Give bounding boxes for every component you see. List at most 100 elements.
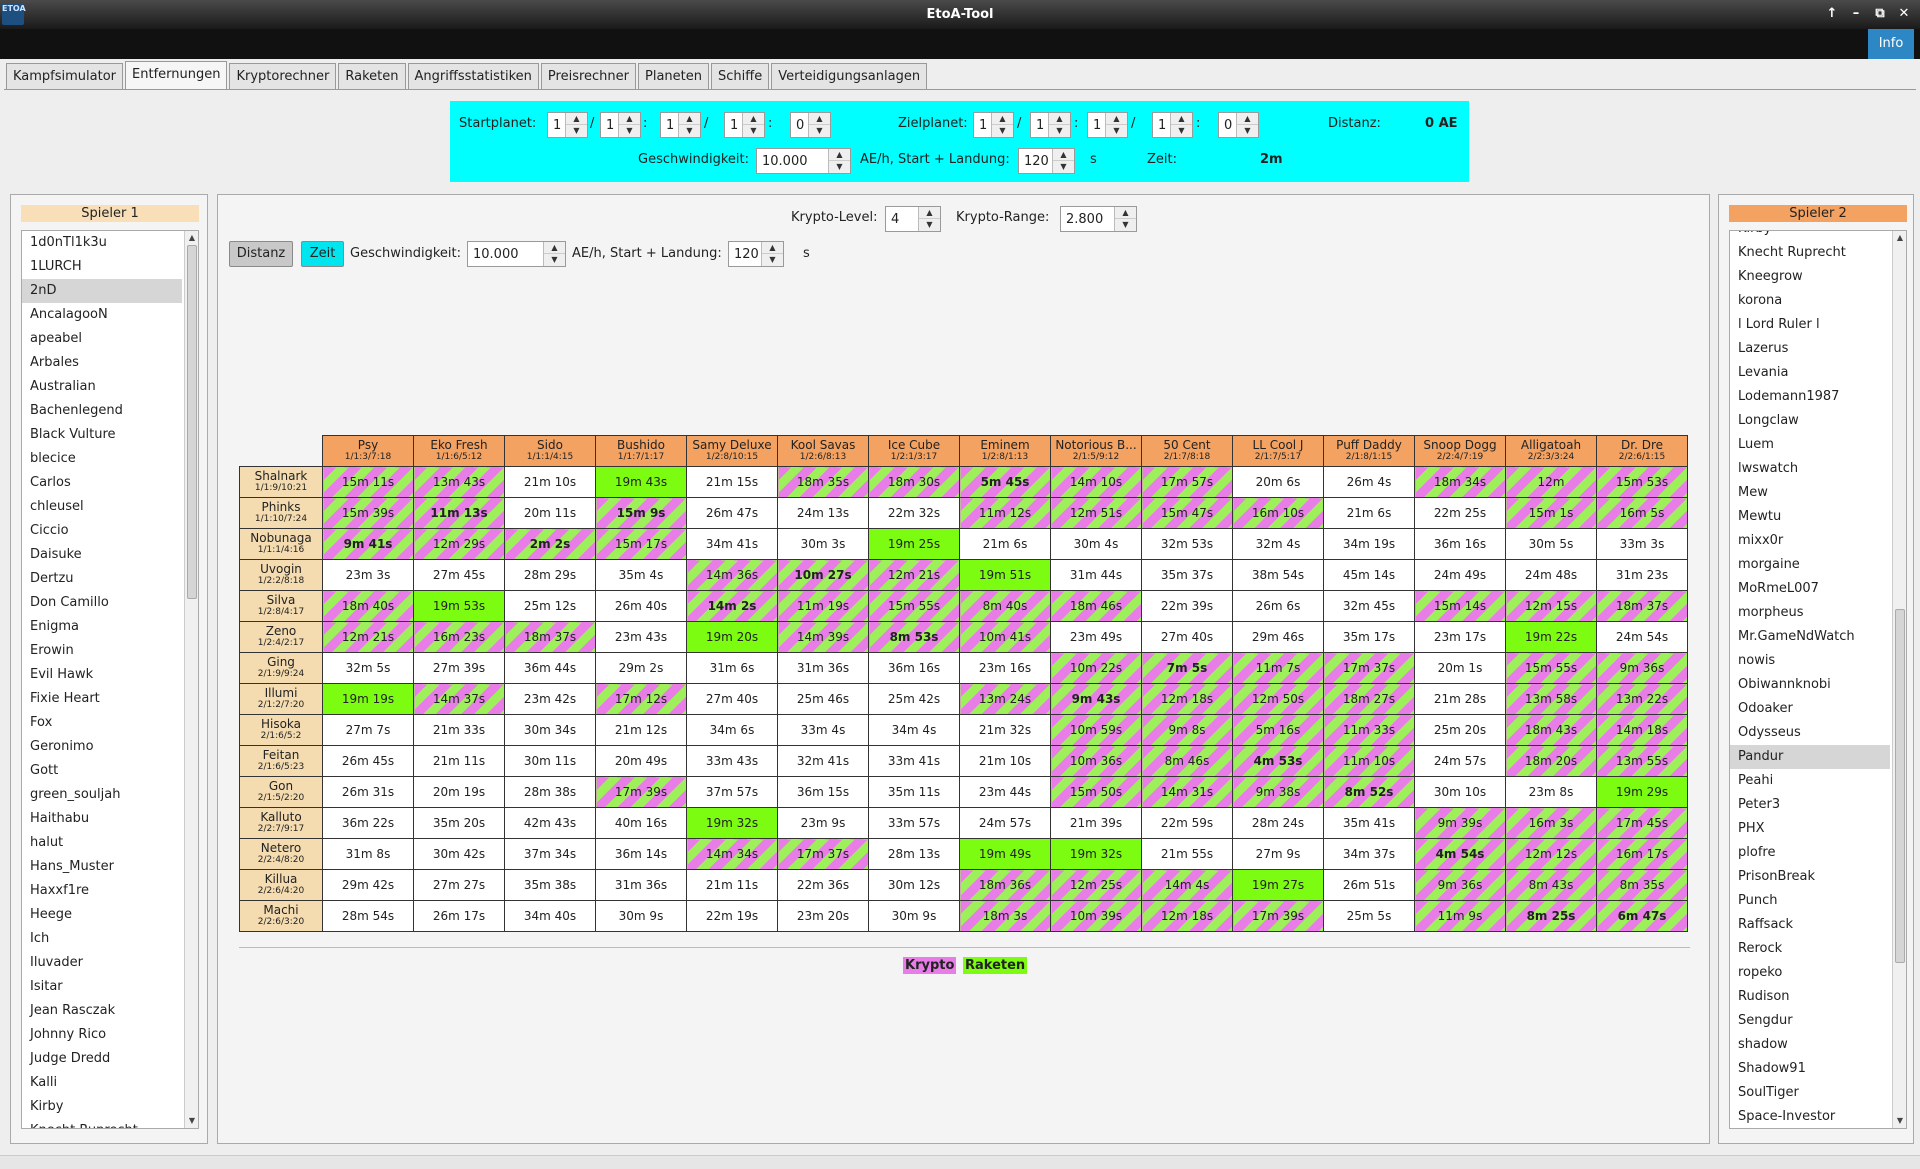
player-list-item[interactable]: PrisonBreak — [1730, 865, 1890, 889]
scroll-down-icon[interactable]: ▼ — [1893, 1114, 1906, 1128]
target-galaxy-spinner[interactable]: 1 ▲ ▼ — [973, 112, 1014, 138]
maximize-button[interactable]: ⧉ — [1870, 5, 1890, 23]
player1-list[interactable]: 1d0nTl1k3u 1LURCH 2nD AncalagooN apeabel Arba… — [21, 230, 199, 1129]
player-list-item[interactable]: shadow — [1730, 1033, 1890, 1057]
player-list-item[interactable]: Sengdur — [1730, 1009, 1890, 1033]
scroll-up-icon[interactable]: ▲ — [1893, 231, 1906, 245]
player-list-item[interactable]: Kalli — [22, 1071, 182, 1095]
player-list-item[interactable]: Kirby — [1730, 231, 1890, 241]
player-list-item[interactable]: Odysseus — [1730, 721, 1890, 745]
player-list-item[interactable]: 1LURCH — [22, 255, 182, 279]
player-list-item[interactable]: Jean Rasczak — [22, 999, 182, 1023]
distanz-toggle-button[interactable]: Distanz — [229, 241, 293, 267]
matrix-start-landing-spinner[interactable]: 120 ▲ ▼ — [728, 241, 784, 267]
player-list-item[interactable]: Hans_Muster — [22, 855, 182, 879]
player-list-item[interactable]: Australian — [22, 375, 182, 399]
player-list-item[interactable]: Haxxf1re — [22, 879, 182, 903]
scroll-up-icon[interactable]: ▲ — [185, 231, 198, 245]
player-list-item[interactable]: Carlos — [22, 471, 182, 495]
player-list-item[interactable]: Daisuke — [22, 543, 182, 567]
speed-spinner[interactable]: 10.000 ▲ ▼ — [756, 148, 851, 174]
player-list-item[interactable]: 2nD — [22, 279, 182, 303]
player-list-item[interactable]: Obiwannknobi — [1730, 673, 1890, 697]
start-x-spinner[interactable]: 1 ▲ ▼ — [660, 112, 701, 138]
player-list-item[interactable]: Evil Hawk — [22, 663, 182, 687]
info-button[interactable]: Info — [1868, 29, 1914, 59]
zeit-toggle-button[interactable]: Zeit — [301, 241, 344, 267]
target-system-spinner[interactable]: 1 ▲ ▼ — [1030, 112, 1071, 138]
player-list-item[interactable]: Fox — [22, 711, 182, 735]
player-list-item[interactable]: Levania — [1730, 361, 1890, 385]
player-list-item[interactable]: Shadow91 — [1730, 1057, 1890, 1081]
player2-list[interactable]: KirbyKnecht RuprechtKneegrowkoronal Lord… — [1729, 230, 1907, 1129]
player-list-item[interactable]: Kneegrow — [1730, 265, 1890, 289]
player-list-item[interactable]: Pandur — [1730, 745, 1890, 769]
start-planet-spinner[interactable]: 0 ▲ ▼ — [790, 112, 831, 138]
player-list-item[interactable]: apeabel — [22, 327, 182, 351]
player-list-item[interactable]: Haithabu — [22, 807, 182, 831]
matrix-speed-spinner[interactable]: 10.000 ▲ ▼ — [467, 241, 566, 267]
player-list-item[interactable]: Lazerus — [1730, 337, 1890, 361]
scroll-down-icon[interactable]: ▼ — [185, 1114, 198, 1128]
player2-scrollbar[interactable]: ▲ ▼ — [1892, 231, 1906, 1128]
player-list-item[interactable]: Odoaker — [1730, 697, 1890, 721]
tab-raketen[interactable]: Raketen — [338, 63, 406, 89]
player-list-item[interactable]: Enigma — [22, 615, 182, 639]
tab-angriffsstatistiken[interactable]: Angriffsstatistiken — [407, 63, 539, 89]
player-list-item[interactable]: Johnny Rico — [22, 1023, 182, 1047]
player-list-item[interactable]: Arbales — [22, 351, 182, 375]
start-landing-spinner[interactable]: 120 ▲ ▼ — [1018, 148, 1075, 174]
target-y-spinner[interactable]: 1 ▲ ▼ — [1152, 112, 1193, 138]
player-list-item[interactable]: 1d0nTl1k3u — [22, 231, 182, 255]
target-planet-spinner[interactable]: 0 ▲ ▼ — [1218, 112, 1259, 138]
player-list-item[interactable]: MoRmeL007 — [1730, 577, 1890, 601]
tab-schiffe[interactable]: Schiffe — [711, 63, 770, 89]
tab-entfernungen[interactable]: Entfernungen — [125, 61, 228, 89]
tab-planeten[interactable]: Planeten — [638, 63, 710, 89]
always-on-top-button[interactable]: ↑ — [1822, 5, 1842, 23]
player-list-item[interactable]: Iluvader — [22, 951, 182, 975]
player-list-item[interactable]: Mr.GameNdWatch — [1730, 625, 1890, 649]
player-list-item[interactable]: morpheus — [1730, 601, 1890, 625]
player-list-item[interactable]: Peter3 — [1730, 793, 1890, 817]
player-list-item[interactable]: ropeko — [1730, 961, 1890, 985]
minimize-button[interactable]: – — [1846, 5, 1866, 23]
player-list-item[interactable]: Judge Dredd — [22, 1047, 182, 1071]
player-list-item[interactable]: Dertzu — [22, 567, 182, 591]
player-list-item[interactable]: Rudison — [1730, 985, 1890, 1009]
player-list-item[interactable]: Bachenlegend — [22, 399, 182, 423]
player-list-item[interactable]: mixx0r — [1730, 529, 1890, 553]
player-list-item[interactable]: Ciccio — [22, 519, 182, 543]
player-list-item[interactable]: Rerock — [1730, 937, 1890, 961]
player-list-item[interactable]: morgaine — [1730, 553, 1890, 577]
player-list-item[interactable]: Luem — [1730, 433, 1890, 457]
player-list-item[interactable]: Gott — [22, 759, 182, 783]
start-system-spinner[interactable]: 1 ▲ ▼ — [600, 112, 641, 138]
player-list-item[interactable]: Mew — [1730, 481, 1890, 505]
player-list-item[interactable]: green_souljah — [22, 783, 182, 807]
tab-preisrechner[interactable]: Preisrechner — [540, 63, 637, 89]
player-list-item[interactable]: Fixie Heart — [22, 687, 182, 711]
close-button[interactable]: ✕ — [1894, 5, 1914, 23]
player-list-item[interactable]: Knecht Ruprecht — [22, 1119, 182, 1128]
player-list-item[interactable]: korona — [1730, 289, 1890, 313]
player-list-item[interactable]: Ich — [22, 927, 182, 951]
player2-scroll-thumb[interactable] — [1895, 609, 1905, 963]
player-list-item[interactable]: Heege — [22, 903, 182, 927]
player-list-item[interactable]: Black Vulture — [22, 423, 182, 447]
player-list-item[interactable]: Space-Investor — [1730, 1105, 1890, 1128]
player-list-item[interactable]: SoulTiger — [1730, 1081, 1890, 1105]
player-list-item[interactable]: l Lord Ruler l — [1730, 313, 1890, 337]
player-list-item[interactable]: lwswatch — [1730, 457, 1890, 481]
player-list-item[interactable]: Knecht Ruprecht — [1730, 241, 1890, 265]
player-list-item[interactable]: Don Camillo — [22, 591, 182, 615]
player1-scroll-thumb[interactable] — [187, 245, 197, 599]
krypto-range-spinner[interactable]: 2.800 ▲ ▼ — [1060, 206, 1137, 232]
player-list-item[interactable]: Lodemann1987 — [1730, 385, 1890, 409]
player-list-item[interactable]: Punch — [1730, 889, 1890, 913]
tab-verteidigungsanlagen[interactable]: Verteidigungsanlagen — [771, 63, 928, 89]
player-list-item[interactable]: nowis — [1730, 649, 1890, 673]
player-list-item[interactable]: Geronimo — [22, 735, 182, 759]
player1-scrollbar[interactable]: ▲ ▼ — [184, 231, 198, 1128]
tab-kampfsimulator[interactable]: Kampfsimulator — [6, 63, 124, 89]
